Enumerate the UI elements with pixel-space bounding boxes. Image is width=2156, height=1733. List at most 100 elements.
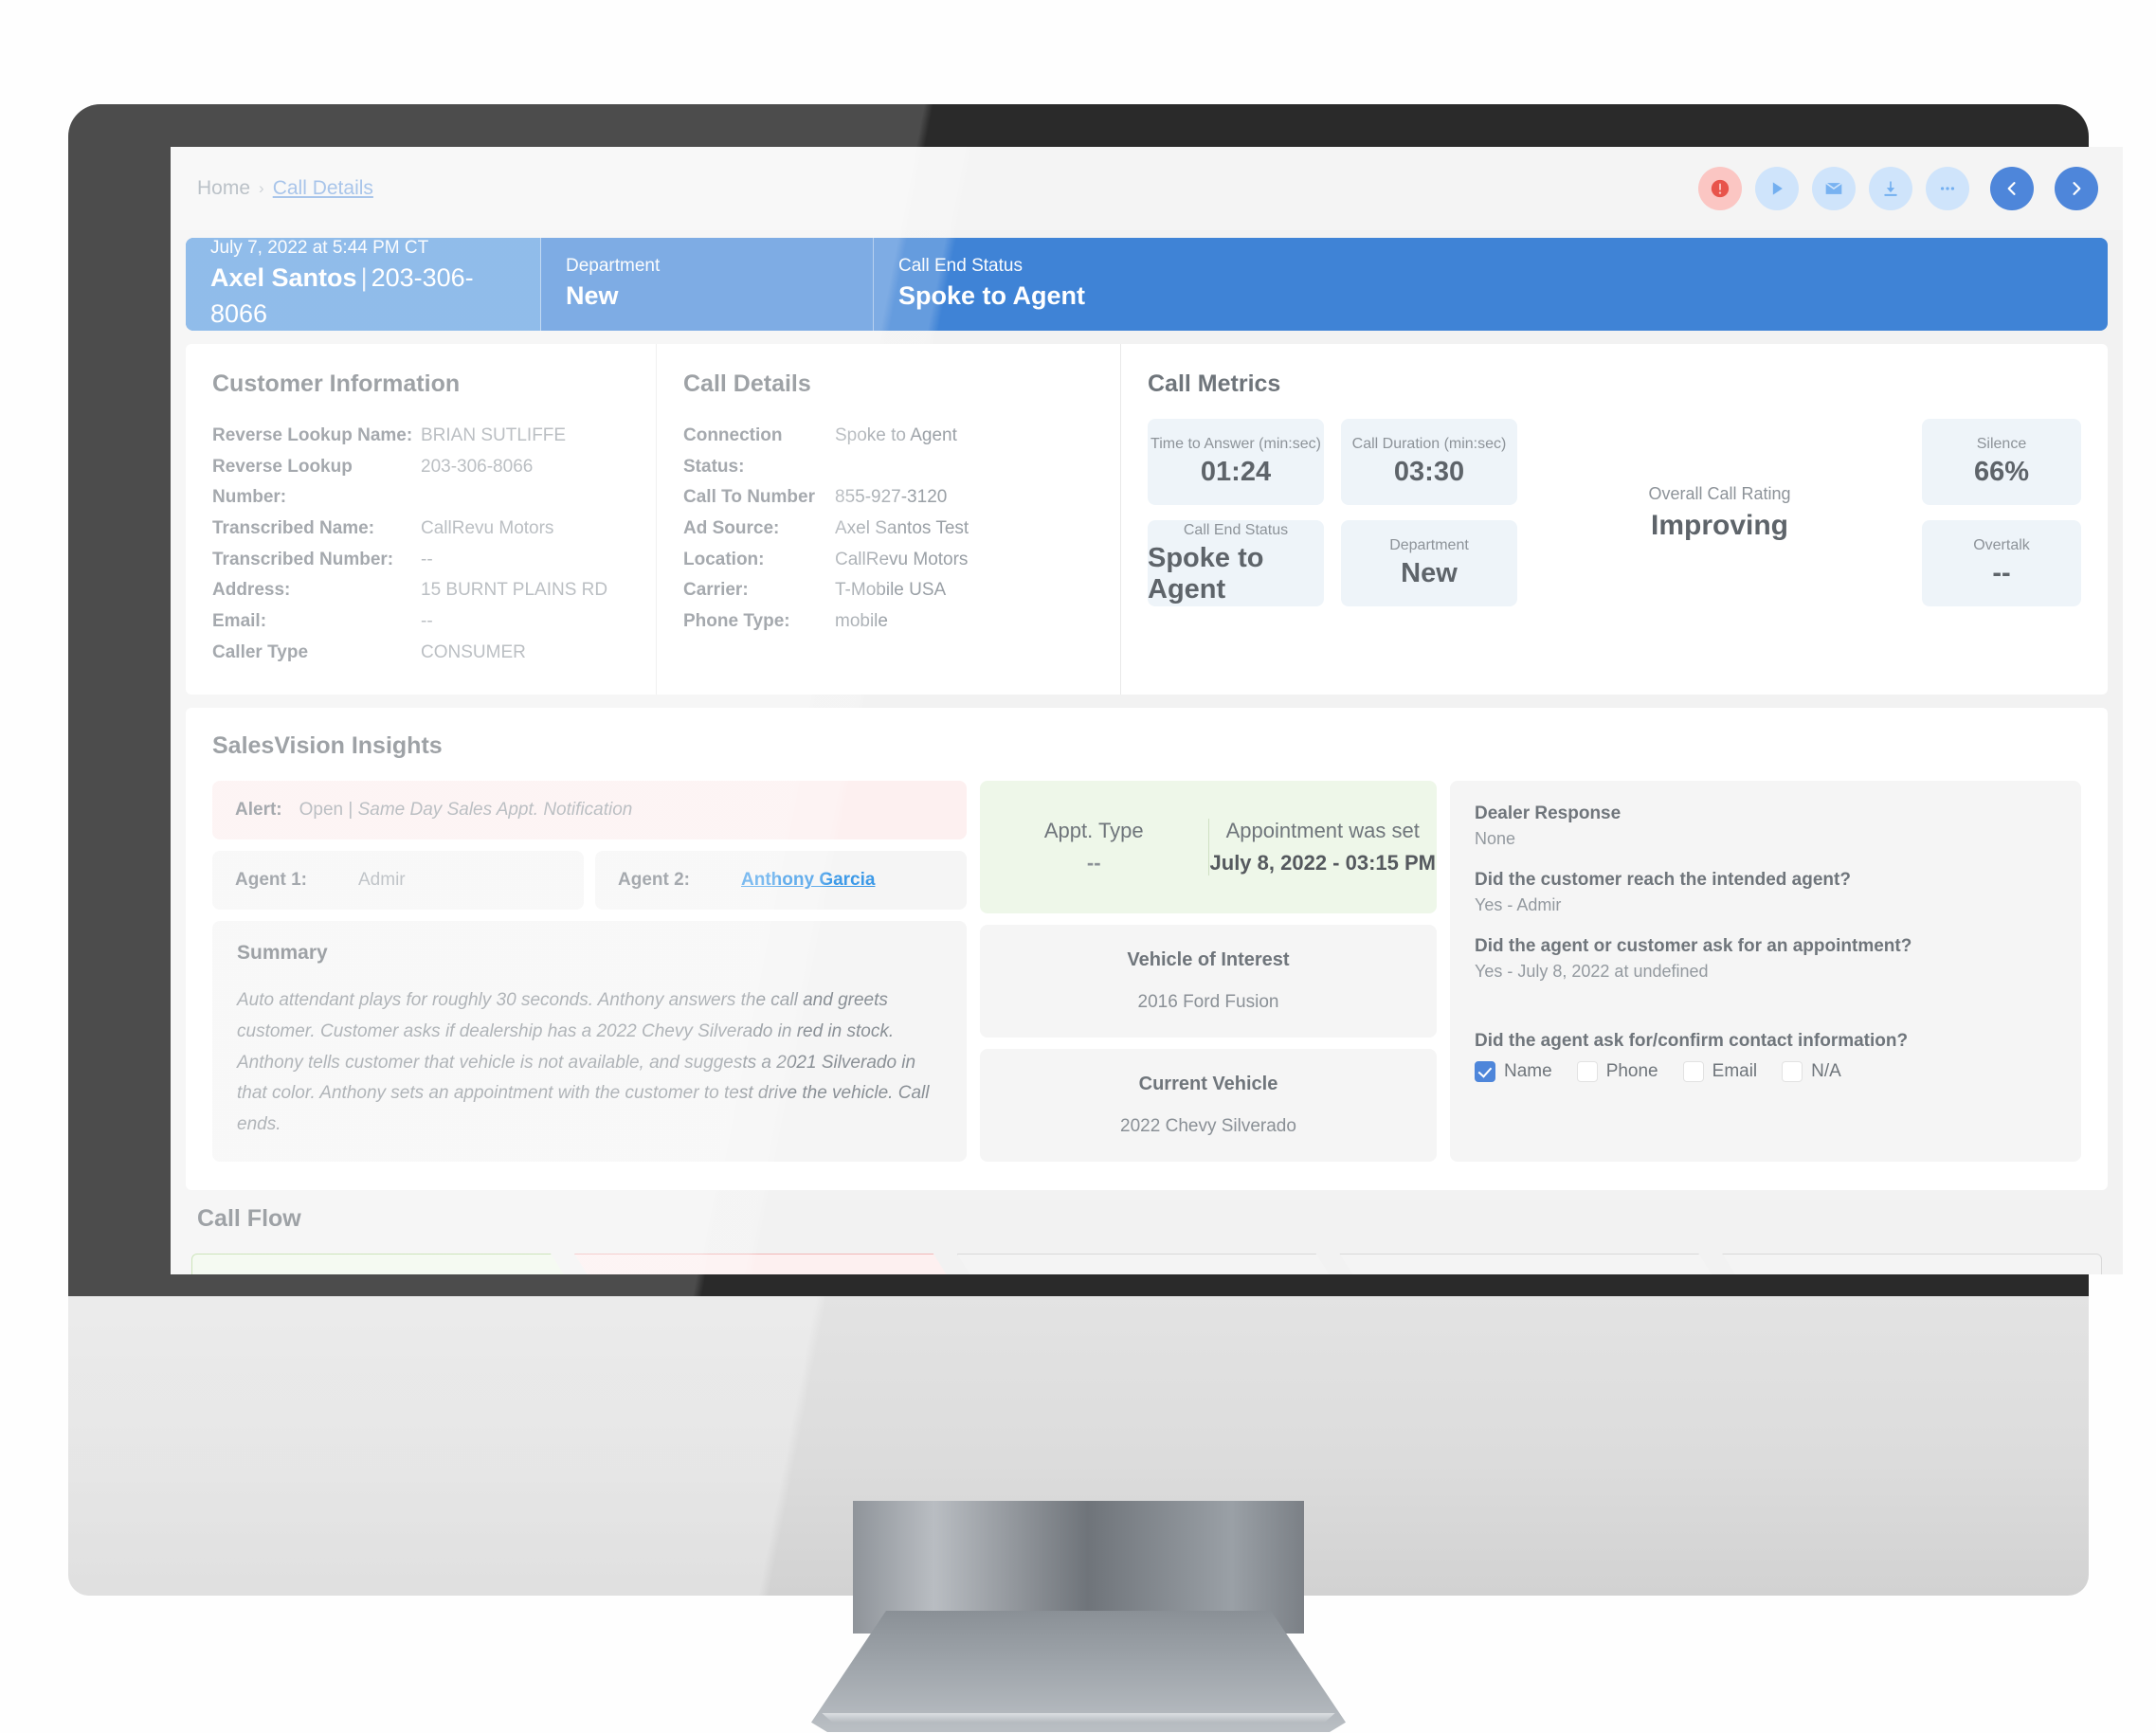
checkbox-item-name[interactable]: Name bbox=[1475, 1061, 1552, 1083]
metric-call-end-status: Call End Status Spoke to Agent bbox=[1148, 520, 1324, 606]
dealer-response-group: Dealer Response None bbox=[1475, 803, 2056, 849]
call-flow-segment[interactable] bbox=[1339, 1254, 1719, 1274]
monitor-bezel: Home › Call Details July 7, 2022 at 5:44… bbox=[68, 104, 2123, 1300]
call-summary-band: July 7, 2022 at 5:44 PM CT Axel Santos | 2… bbox=[186, 238, 2108, 331]
answer-1: Yes - Admir bbox=[1475, 895, 1562, 915]
breadcrumb-home[interactable]: Home bbox=[197, 177, 250, 200]
current-vehicle-box: Current Vehicle 2022 Chevy Silverado bbox=[980, 1049, 1437, 1162]
appointment-set-value: July 8, 2022 - 03:15 PM bbox=[1209, 851, 1436, 876]
kv-row: Call To Number 855-927-3120 bbox=[683, 482, 1097, 514]
ellipsis-icon bbox=[1940, 187, 1955, 190]
metric-value: Spoke to Agent bbox=[1148, 542, 1264, 605]
vehicle-of-interest-title: Vehicle of Interest bbox=[1127, 949, 1290, 971]
monitor-screen: Home › Call Details July 7, 2022 at 5:44… bbox=[171, 147, 2123, 1274]
metrics-column-left: Time to Answer (min:sec) 01:24 Call End … bbox=[1148, 419, 1324, 606]
metric-silence: Silence 66% bbox=[1922, 419, 2081, 505]
metric-label: Call End Status bbox=[1183, 521, 1289, 538]
call-details-list: Connection Status: Spoke to Agent Call To… bbox=[683, 421, 1097, 638]
envelope-icon bbox=[1825, 182, 1842, 194]
salesvision-right-column: Dealer Response None Did the customer re… bbox=[1450, 781, 2081, 1162]
kv-key: Reverse Lookup Name: bbox=[212, 425, 413, 445]
question-3-group: Did the agent ask for/confirm contact in… bbox=[1475, 1031, 2056, 1083]
agent-1-label: Agent 1: bbox=[235, 870, 307, 891]
agent-2-link[interactable]: Anthony Garcia bbox=[741, 870, 875, 891]
answer-2: Yes - July 8, 2022 at undefined bbox=[1475, 962, 1709, 982]
kv-row: Address: 15 BURNT PLAINS RD bbox=[212, 575, 633, 606]
salesvision-left-column: Alert: Open | Same Day Sales Appt. Notif… bbox=[212, 781, 967, 1162]
question-1: Did the customer reach the intended agen… bbox=[1475, 870, 1851, 891]
email-button[interactable] bbox=[1812, 167, 1856, 210]
salesvision-card: SalesVision Insights Alert: Open | Same … bbox=[186, 708, 2108, 1190]
kv-row: Email: -- bbox=[212, 606, 633, 638]
checkbox-na[interactable] bbox=[1782, 1061, 1803, 1083]
kv-key: Location: bbox=[683, 549, 765, 569]
kv-row: Carrier: T-Mobile USA bbox=[683, 575, 1097, 606]
kv-key: Transcribed Number: bbox=[212, 549, 394, 569]
call-details-title: Call Details bbox=[683, 370, 811, 397]
dealer-response-title: Dealer Response bbox=[1475, 803, 1622, 824]
download-button[interactable] bbox=[1869, 167, 1912, 210]
kv-row: Connection Status: Spoke to Agent bbox=[683, 421, 1097, 482]
appointment-set-label: Appointment was set bbox=[1225, 819, 1420, 843]
current-vehicle-title: Current Vehicle bbox=[1138, 1073, 1278, 1094]
alert-message: Open | Same Day Sales Appt. Notification bbox=[299, 800, 633, 821]
kv-row: Ad Source: Axel Santos Test bbox=[683, 514, 1097, 545]
call-flow-segment[interactable] bbox=[574, 1254, 954, 1274]
kv-key: Caller Type bbox=[212, 641, 309, 662]
call-flow-section: Call Flow bbox=[186, 1205, 2108, 1274]
metrics-column-right: Silence 66% Overtalk -- bbox=[1922, 419, 2081, 606]
customer-information-list: Reverse Lookup Name: BRIAN SUTLIFFE Rever… bbox=[212, 421, 633, 668]
exclamation-circle-icon bbox=[1711, 179, 1730, 198]
breadcrumb-call-details[interactable]: Call Details bbox=[273, 177, 373, 200]
kv-key: Ad Source: bbox=[683, 518, 780, 539]
info-card: Customer Information Reverse Lookup Name… bbox=[186, 344, 2108, 695]
checkbox-item-na[interactable]: N/A bbox=[1782, 1061, 1841, 1083]
call-metrics-title: Call Metrics bbox=[1148, 370, 1281, 397]
metric-call-duration: Call Duration (min:sec) 03:30 bbox=[1341, 419, 1517, 505]
overall-call-rating-value: Improving bbox=[1650, 509, 1788, 541]
metric-value: 03:30 bbox=[1393, 457, 1465, 487]
customer-information-title: Customer Information bbox=[212, 370, 461, 397]
band-department-label: Department bbox=[566, 256, 661, 277]
question-1-group: Did the customer reach the intended agen… bbox=[1475, 870, 2056, 915]
call-flow-segment[interactable] bbox=[1722, 1253, 2102, 1274]
band-caller-cell: July 7, 2022 at 5:44 PM CT Axel Santos | 2… bbox=[186, 238, 541, 331]
call-timestamp: July 7, 2022 at 5:44 PM CT bbox=[210, 238, 429, 259]
topbar-actions bbox=[1698, 167, 2098, 210]
dealer-response-box: Dealer Response None Did the customer re… bbox=[1450, 781, 2081, 1162]
alert-icon-button[interactable] bbox=[1698, 167, 1742, 210]
metric-value: 01:24 bbox=[1200, 457, 1272, 487]
call-flow-segment[interactable] bbox=[957, 1254, 1337, 1274]
checkbox-phone[interactable] bbox=[1576, 1061, 1598, 1083]
metric-label: Time to Answer (min:sec) bbox=[1150, 436, 1321, 452]
play-button[interactable] bbox=[1755, 167, 1799, 210]
caller-name: Axel Santos bbox=[210, 263, 357, 293]
app-topbar: Home › Call Details bbox=[171, 147, 2123, 230]
kv-value: 15 BURNT PLAINS RD bbox=[421, 580, 608, 601]
screenshot-stage: Home › Call Details July 7, 2022 at 5:44… bbox=[0, 0, 2156, 1733]
checkbox-name[interactable] bbox=[1475, 1061, 1495, 1083]
kv-row: Reverse Lookup Name: BRIAN SUTLIFFE bbox=[212, 421, 633, 452]
kv-value: CallRevu Motors bbox=[421, 518, 554, 539]
metric-value: 66% bbox=[1973, 457, 2030, 487]
checkbox-item-email[interactable]: Email bbox=[1682, 1061, 1757, 1083]
checkbox-email[interactable] bbox=[1682, 1061, 1704, 1083]
agent-1-value: Admir bbox=[358, 870, 406, 891]
kv-key: Call To Number bbox=[683, 487, 815, 508]
kv-key: Phone Type: bbox=[683, 611, 790, 632]
checkbox-item-phone[interactable]: Phone bbox=[1576, 1061, 1658, 1083]
kv-value: mobile bbox=[835, 611, 888, 632]
breadcrumb: Home › Call Details bbox=[197, 177, 373, 200]
previous-call-button[interactable] bbox=[1990, 167, 2034, 210]
kv-value: CONSUMER bbox=[421, 641, 526, 662]
kv-value: T-Mobile USA bbox=[835, 580, 947, 601]
kv-value: CallRevu Motors bbox=[835, 549, 969, 569]
more-options-button[interactable] bbox=[1926, 167, 1969, 210]
call-details-panel: Call Details Connection Status: Spoke to … bbox=[657, 344, 1121, 695]
agent-row: Agent 1: Admir Agent 2: Anthony Garcia bbox=[212, 851, 967, 911]
kv-row: Transcribed Number: -- bbox=[212, 545, 633, 576]
kv-key: Transcribed Name: bbox=[212, 518, 375, 539]
call-flow-segment[interactable] bbox=[191, 1254, 571, 1274]
band-call-end-status-cell: Call End Status Spoke to Agent bbox=[874, 238, 2108, 331]
next-call-button[interactable] bbox=[2055, 167, 2098, 210]
